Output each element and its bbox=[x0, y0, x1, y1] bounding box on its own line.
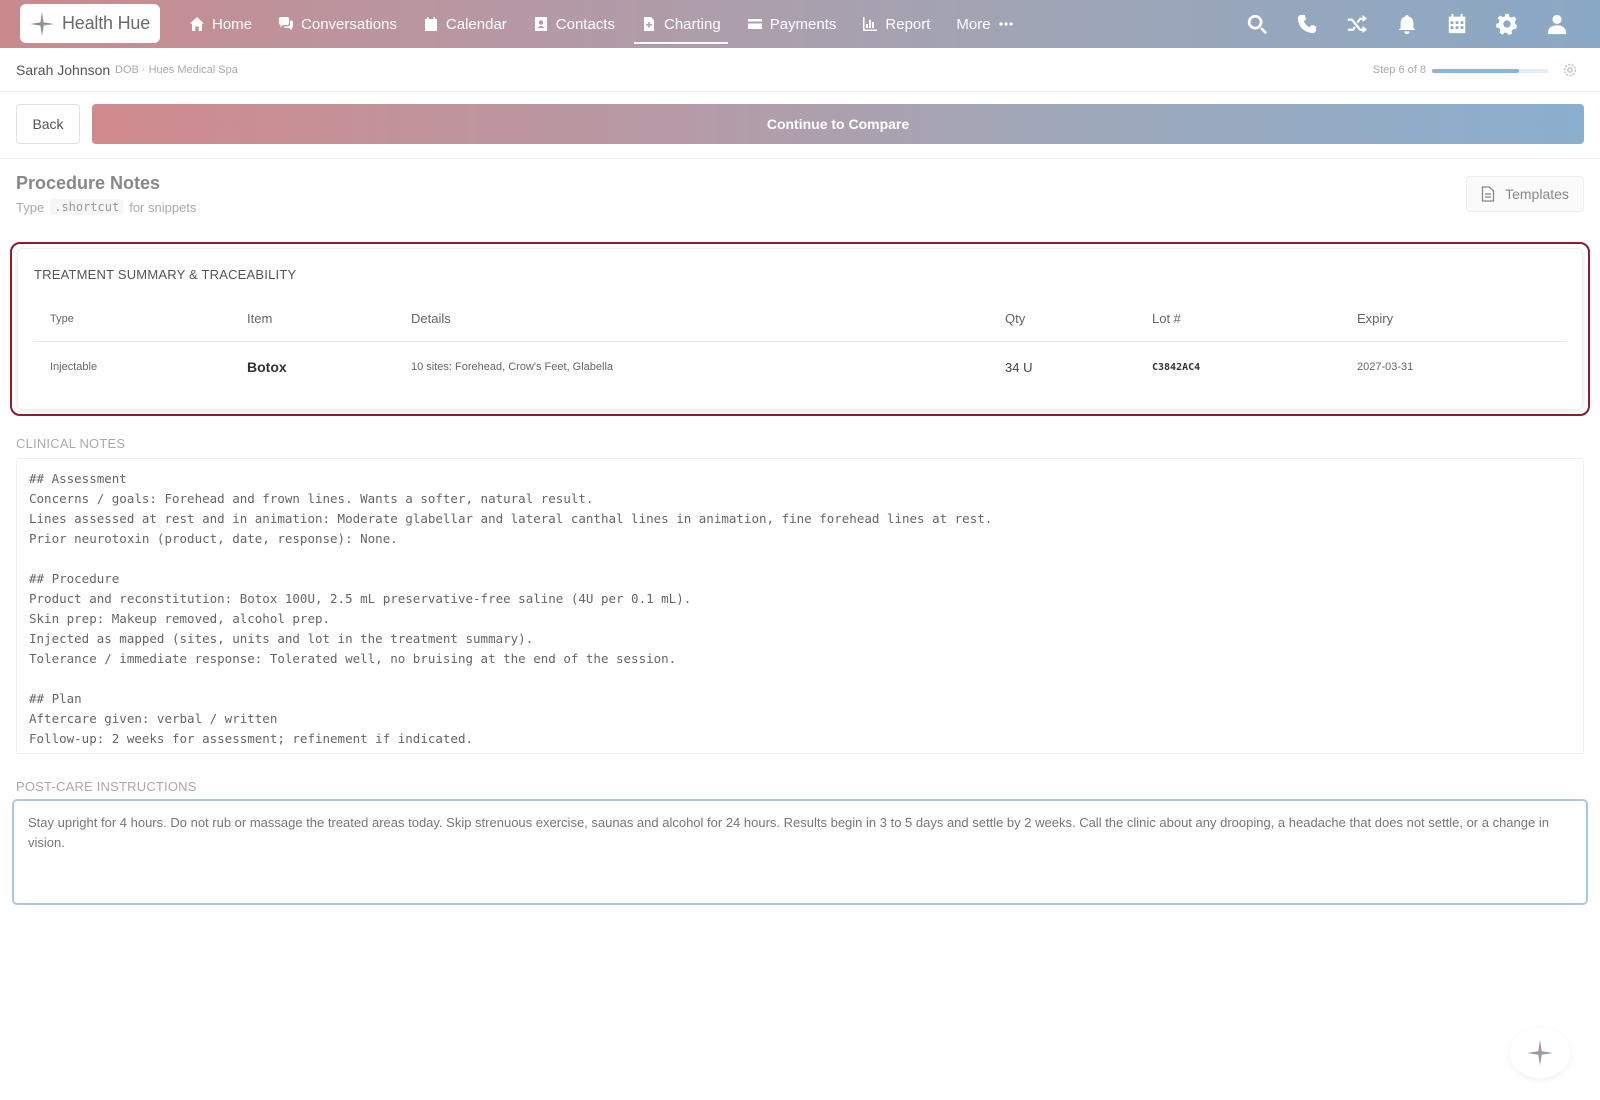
ellipsis-icon bbox=[999, 22, 1013, 26]
file-icon bbox=[1481, 186, 1495, 202]
gear-outline-icon bbox=[1563, 63, 1577, 77]
snippet-hint-code: .shortcut bbox=[50, 199, 124, 215]
schedule-button[interactable] bbox=[1432, 0, 1482, 48]
credit-card-icon bbox=[747, 19, 762, 29]
nav-item-home[interactable]: Home bbox=[176, 0, 265, 48]
contact-card-icon bbox=[534, 17, 547, 31]
nav-item-report[interactable]: Report bbox=[849, 0, 943, 48]
patient-header: Sarah Johnson DOB · Hues Medical Spa Ste… bbox=[0, 48, 1600, 92]
summary-title: TREATMENT SUMMARY & TRACEABILITY bbox=[34, 267, 297, 282]
nav-label-home: Home bbox=[212, 15, 253, 33]
post-care-textarea[interactable]: Stay upright for 4 hours. Do not rub or … bbox=[12, 799, 1588, 905]
snippet-hint-suffix: for snippets bbox=[129, 199, 197, 215]
nav-item-charting[interactable]: Charting bbox=[628, 0, 734, 48]
sparkle-logo-icon bbox=[28, 10, 56, 38]
home-icon bbox=[190, 17, 204, 31]
nav-item-calendar[interactable]: Calendar bbox=[410, 0, 520, 48]
cell-item: Botox bbox=[247, 359, 287, 375]
col-header-details: Details bbox=[411, 311, 451, 326]
clinical-notes-label: CLINICAL NOTES bbox=[16, 436, 126, 451]
nav-label-payments: Payments bbox=[769, 15, 837, 33]
clinical-notes-textarea[interactable]: ## Assessment Concerns / goals: Forehead… bbox=[16, 458, 1584, 754]
search-button[interactable] bbox=[1232, 0, 1282, 48]
section-divider bbox=[0, 158, 1600, 159]
step-indicator: Step 6 of 8 bbox=[1372, 64, 1426, 76]
brand-name: Health Hue bbox=[62, 13, 151, 33]
search-icon bbox=[1247, 14, 1268, 35]
snippet-hint-prefix: Type bbox=[16, 199, 45, 215]
col-header-type: Type bbox=[50, 313, 74, 325]
step-progress-bar bbox=[1432, 69, 1548, 73]
shuffle-icon bbox=[1347, 14, 1368, 34]
cell-lot: C3842AC4 bbox=[1152, 362, 1201, 373]
nav-label-charting: Charting bbox=[663, 15, 721, 33]
nav-label-more: More bbox=[956, 15, 991, 33]
phone-icon bbox=[1297, 14, 1317, 34]
bell-icon bbox=[1398, 14, 1416, 35]
nav-label-calendar: Calendar bbox=[445, 15, 507, 33]
nav-item-contacts[interactable]: Contacts bbox=[520, 0, 628, 48]
cell-qty: 34 U bbox=[1005, 360, 1033, 375]
brand-logo[interactable]: Health Hue bbox=[20, 4, 160, 43]
shuffle-button[interactable] bbox=[1332, 0, 1382, 48]
gear-icon bbox=[1496, 13, 1518, 35]
nav-label-conversations: Conversations bbox=[301, 15, 397, 33]
page-settings-button[interactable] bbox=[1562, 62, 1578, 78]
user-icon bbox=[1547, 14, 1567, 35]
snippet-hint: Type .shortcut for snippets bbox=[16, 199, 196, 215]
cell-expiry: 2027-03-31 bbox=[1357, 361, 1414, 373]
nav-item-conversations[interactable]: Conversations bbox=[265, 0, 410, 48]
nav-item-payments[interactable]: Payments bbox=[734, 0, 850, 48]
continue-button[interactable]: Continue to Compare bbox=[92, 104, 1584, 144]
treatment-summary-card: TREATMENT SUMMARY & TRACEABILITY Type It… bbox=[17, 248, 1583, 410]
page-title: Procedure Notes bbox=[16, 173, 161, 193]
chat-icon bbox=[279, 17, 294, 31]
post-care-label: POST-CARE INSTRUCTIONS bbox=[16, 779, 197, 794]
col-header-item: Item bbox=[247, 311, 273, 326]
main-nav: Home Conversations Calendar Contacts Cha… bbox=[176, 0, 1027, 48]
back-button[interactable]: Back bbox=[16, 104, 80, 144]
document-icon bbox=[643, 17, 654, 31]
col-header-qty: Qty bbox=[1005, 311, 1026, 326]
calendar-grid-icon bbox=[1448, 13, 1466, 34]
sparkle-icon bbox=[1527, 1040, 1553, 1066]
phone-button[interactable] bbox=[1282, 0, 1332, 48]
calendar-icon bbox=[424, 17, 437, 31]
assistant-fab[interactable] bbox=[1510, 1028, 1570, 1078]
patient-name[interactable]: Sarah Johnson bbox=[16, 62, 110, 78]
cell-details: 10 sites: Forehead, Crow's Feet, Glabell… bbox=[411, 361, 614, 373]
templates-button[interactable]: Templates bbox=[1466, 176, 1584, 212]
nav-utility-icons bbox=[1232, 0, 1582, 48]
step-progress-fill bbox=[1432, 69, 1519, 73]
templates-label: Templates bbox=[1505, 186, 1569, 202]
summary-row-divider bbox=[34, 341, 1566, 342]
settings-button[interactable] bbox=[1482, 0, 1532, 48]
nav-label-report: Report bbox=[885, 15, 931, 33]
bar-chart-icon bbox=[863, 17, 878, 31]
top-nav: Health Hue Home Conversations Calendar C… bbox=[0, 0, 1600, 48]
notifications-button[interactable] bbox=[1382, 0, 1432, 48]
nav-label-contacts: Contacts bbox=[555, 15, 615, 33]
col-header-lot: Lot # bbox=[1152, 311, 1181, 326]
col-header-expiry: Expiry bbox=[1357, 311, 1394, 326]
patient-meta: DOB · Hues Medical Spa bbox=[115, 64, 238, 76]
nav-item-more[interactable]: More bbox=[943, 0, 1026, 48]
cell-type: Injectable bbox=[50, 361, 98, 373]
profile-button[interactable] bbox=[1532, 0, 1582, 48]
